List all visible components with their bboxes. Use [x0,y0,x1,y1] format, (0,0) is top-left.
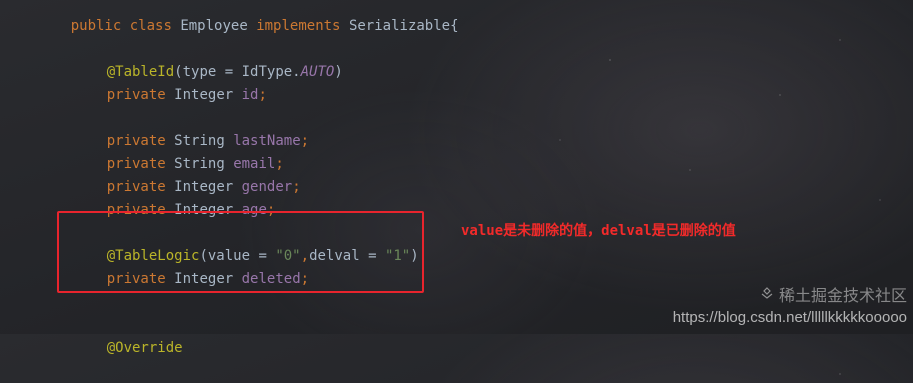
field-name: id [241,87,259,103]
semicolon: ; [300,133,310,149]
code-editor[interactable]: public class Employee implements Seriali… [0,0,913,356]
paren-close: ) [334,64,343,80]
field-id-line[interactable]: private Integer id; [37,61,267,103]
enum-constant: AUTO [300,64,335,80]
url-watermark-text: https://blog.csdn.net/lllllkkkkkooooo [672,309,907,326]
class-declaration-line[interactable]: public class Employee implements Seriali… [37,0,459,34]
highlight-box [57,211,424,293]
tableid-annotation-line[interactable]: @TableId(type = IdType.AUTO) [37,38,343,80]
class-name: Employee [180,18,248,34]
annotation-note: value是未删除的值，delval是已删除的值 [461,223,736,239]
field-lastname-line[interactable]: private String lastName; [37,107,309,149]
override-annotation: @Override [106,340,183,356]
semicolon: ; [258,87,267,103]
watermark: 稀土掘金技术社区 https://blog.csdn.net/lllllkkkk… [672,287,907,326]
keyword-implements: implements [256,18,341,34]
brand-watermark-text: 稀土掘金技术社区 [778,288,907,305]
keyword-public: public [70,18,122,34]
field-gender-line[interactable]: private Integer gender; [37,153,301,195]
field-age-line[interactable]: private Integer age; [37,176,276,218]
juejin-logo-icon [761,287,773,299]
semicolon: ; [292,179,301,195]
interface-name: Serializable{ [348,18,459,34]
brand-watermark: 稀土掘金技术社区 [759,282,907,306]
field-email-line[interactable]: private String email; [37,130,284,172]
keyword-class: class [129,18,172,34]
field-type: Integer [174,87,234,103]
keyword-private: private [106,87,166,103]
